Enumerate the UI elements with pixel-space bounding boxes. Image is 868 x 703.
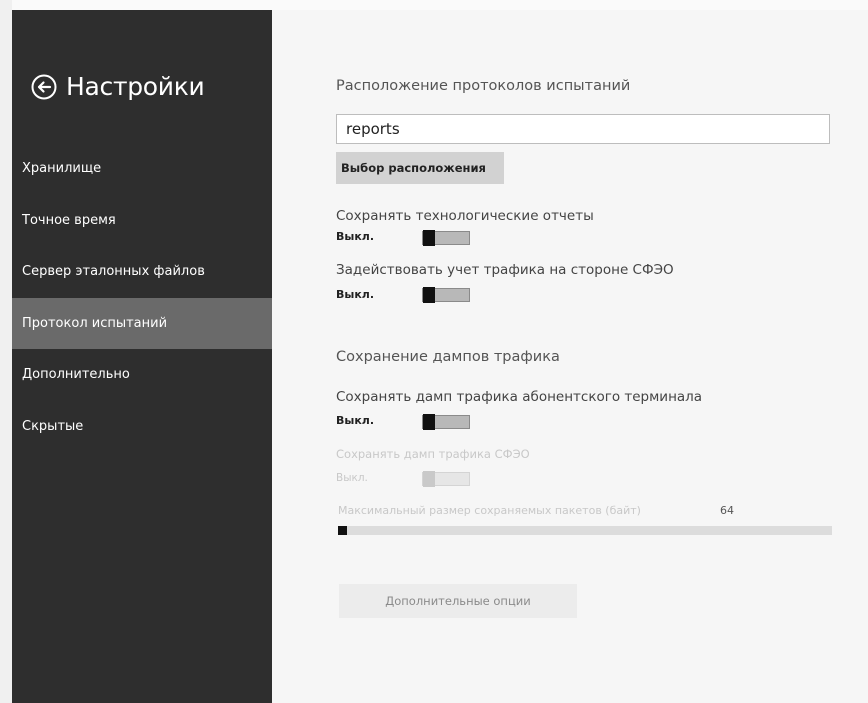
sfeo-dump-state: Выкл. xyxy=(336,472,368,484)
sidebar-item-storage[interactable]: Хранилище xyxy=(12,143,272,195)
settings-content: Расположение протоколов испытаний Выбор … xyxy=(272,10,868,703)
window-frame-top xyxy=(0,0,868,10)
traffic-accounting-state: Выкл. xyxy=(336,288,375,301)
toggle-knob xyxy=(423,471,435,487)
toggle-knob xyxy=(423,230,435,246)
back-arrow-icon[interactable] xyxy=(30,73,58,101)
sidebar-item-test-protocol[interactable]: Протокол испытаний xyxy=(12,297,272,349)
subscriber-dump-toggle[interactable] xyxy=(422,414,470,430)
location-input[interactable] xyxy=(336,114,830,144)
sidebar-item-hidden[interactable]: Скрытые xyxy=(12,401,272,453)
more-options-button[interactable]: Дополнительные опции xyxy=(339,584,577,618)
max-packet-size-slider[interactable] xyxy=(338,526,832,535)
sidebar-item-additional[interactable]: Дополнительно xyxy=(12,349,272,401)
traffic-accounting-toggle[interactable] xyxy=(422,287,470,303)
choose-location-button[interactable]: Выбор расположения xyxy=(336,152,504,184)
location-section-title: Расположение протоколов испытаний xyxy=(336,78,631,94)
toggle-knob xyxy=(423,414,435,430)
save-tech-reports-state: Выкл. xyxy=(336,230,375,243)
save-tech-reports-label: Сохранять технологические отчеты xyxy=(336,208,594,224)
subscriber-dump-label: Сохранять дамп трафика абонентского терм… xyxy=(336,389,703,405)
slider-thumb[interactable] xyxy=(338,526,347,535)
sidebar-item-reference-server[interactable]: Сервер эталонных файлов xyxy=(12,246,272,298)
settings-sidebar: Настройки Хранилище Точное время Сервер … xyxy=(12,10,272,703)
sidebar-item-exact-time[interactable]: Точное время xyxy=(12,195,272,247)
subscriber-dump-state: Выкл. xyxy=(336,414,375,427)
settings-header: Настройки xyxy=(30,72,205,101)
sidebar-nav: Хранилище Точное время Сервер эталонных … xyxy=(12,143,272,452)
toggle-knob xyxy=(423,287,435,303)
max-packet-size-value: 64 xyxy=(720,504,734,517)
page-title: Настройки xyxy=(66,72,205,101)
traffic-accounting-label: Задействовать учет трафика на стороне СФ… xyxy=(336,262,674,278)
sfeo-dump-toggle xyxy=(422,471,470,487)
max-packet-size-label: Максимальный размер сохраняемых пакетов … xyxy=(338,504,641,517)
dumps-section-title: Сохранение дампов трафика xyxy=(336,349,560,365)
sfeo-dump-label: Сохранять дамп трафика СФЭО xyxy=(336,447,530,461)
window-frame-left xyxy=(0,0,12,703)
save-tech-reports-toggle[interactable] xyxy=(422,230,470,246)
